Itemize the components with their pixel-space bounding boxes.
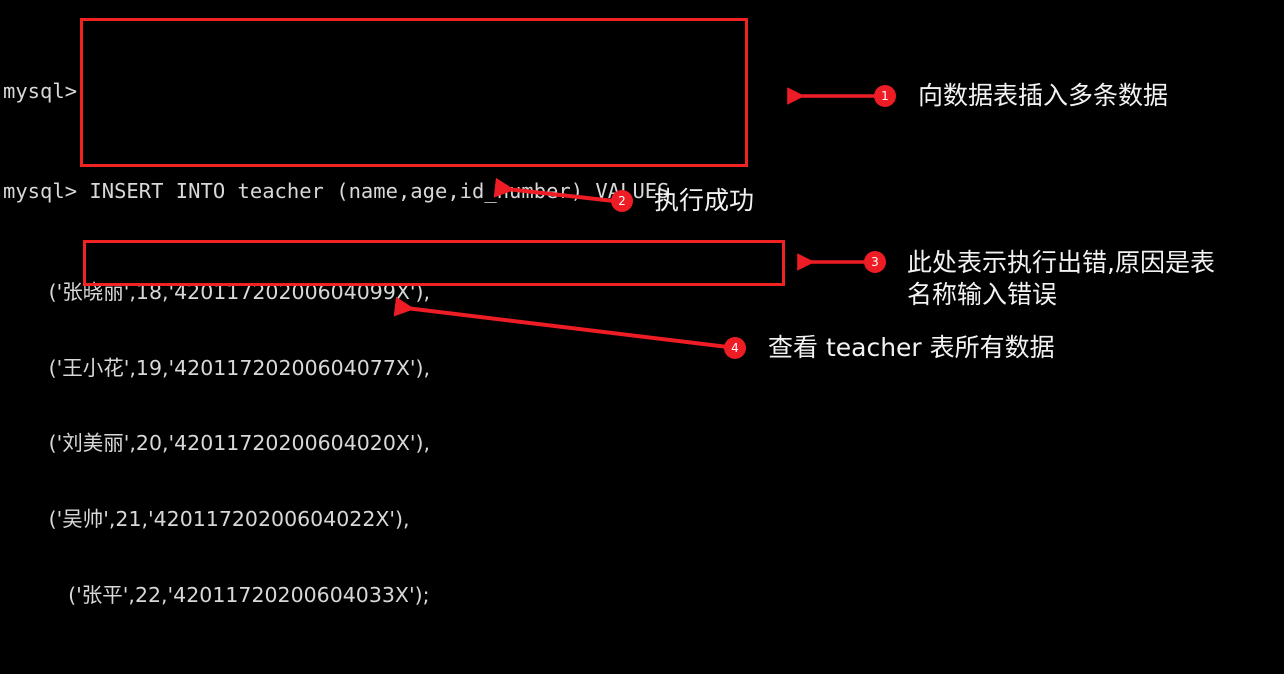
marker-3: 3: [864, 251, 886, 273]
annotation-text-2: 执行成功: [654, 186, 755, 215]
terminal-line-insert-row-2: ('王小花',19,'42011720200604077X'),: [3, 355, 431, 380]
terminal-line-insert-row-5: ('张平',22,'42011720200604033X');: [3, 582, 430, 607]
terminal-screenshot: mysql> mysql> INSERT INTO teacher (name,…: [0, 0, 1284, 674]
terminal-output[interactable]: mysql> mysql> INSERT INTO teacher (name,…: [0, 0, 830, 674]
terminal-line-prompt-empty: mysql>: [3, 79, 830, 104]
prompt-text: mysql>: [3, 78, 78, 103]
sql-insert-statement: INSERT INTO teacher (name,age,id_number)…: [77, 179, 670, 204]
annotation-text-1: 向数据表插入多条数据: [918, 81, 1169, 110]
terminal-line-insert-row-4: ('吴帅',21,'42011720200604022X'),: [3, 506, 410, 531]
terminal-line-insert-row-3: ('刘美丽',20,'42011720200604020X'),: [3, 431, 431, 456]
prompt-text: mysql>: [3, 179, 78, 204]
terminal-line-insert-row-1: ('张晓丽',18,'42011720200604099X'),: [3, 280, 431, 305]
marker-1: 1: [874, 85, 896, 107]
annotation-text-3: 此处表示执行出错,原因是表 名称输入错误: [907, 248, 1215, 309]
marker-4: 4: [724, 337, 746, 359]
annotation-text-4: 查看 teacher 表所有数据: [768, 333, 1055, 362]
marker-2: 2: [611, 190, 633, 212]
